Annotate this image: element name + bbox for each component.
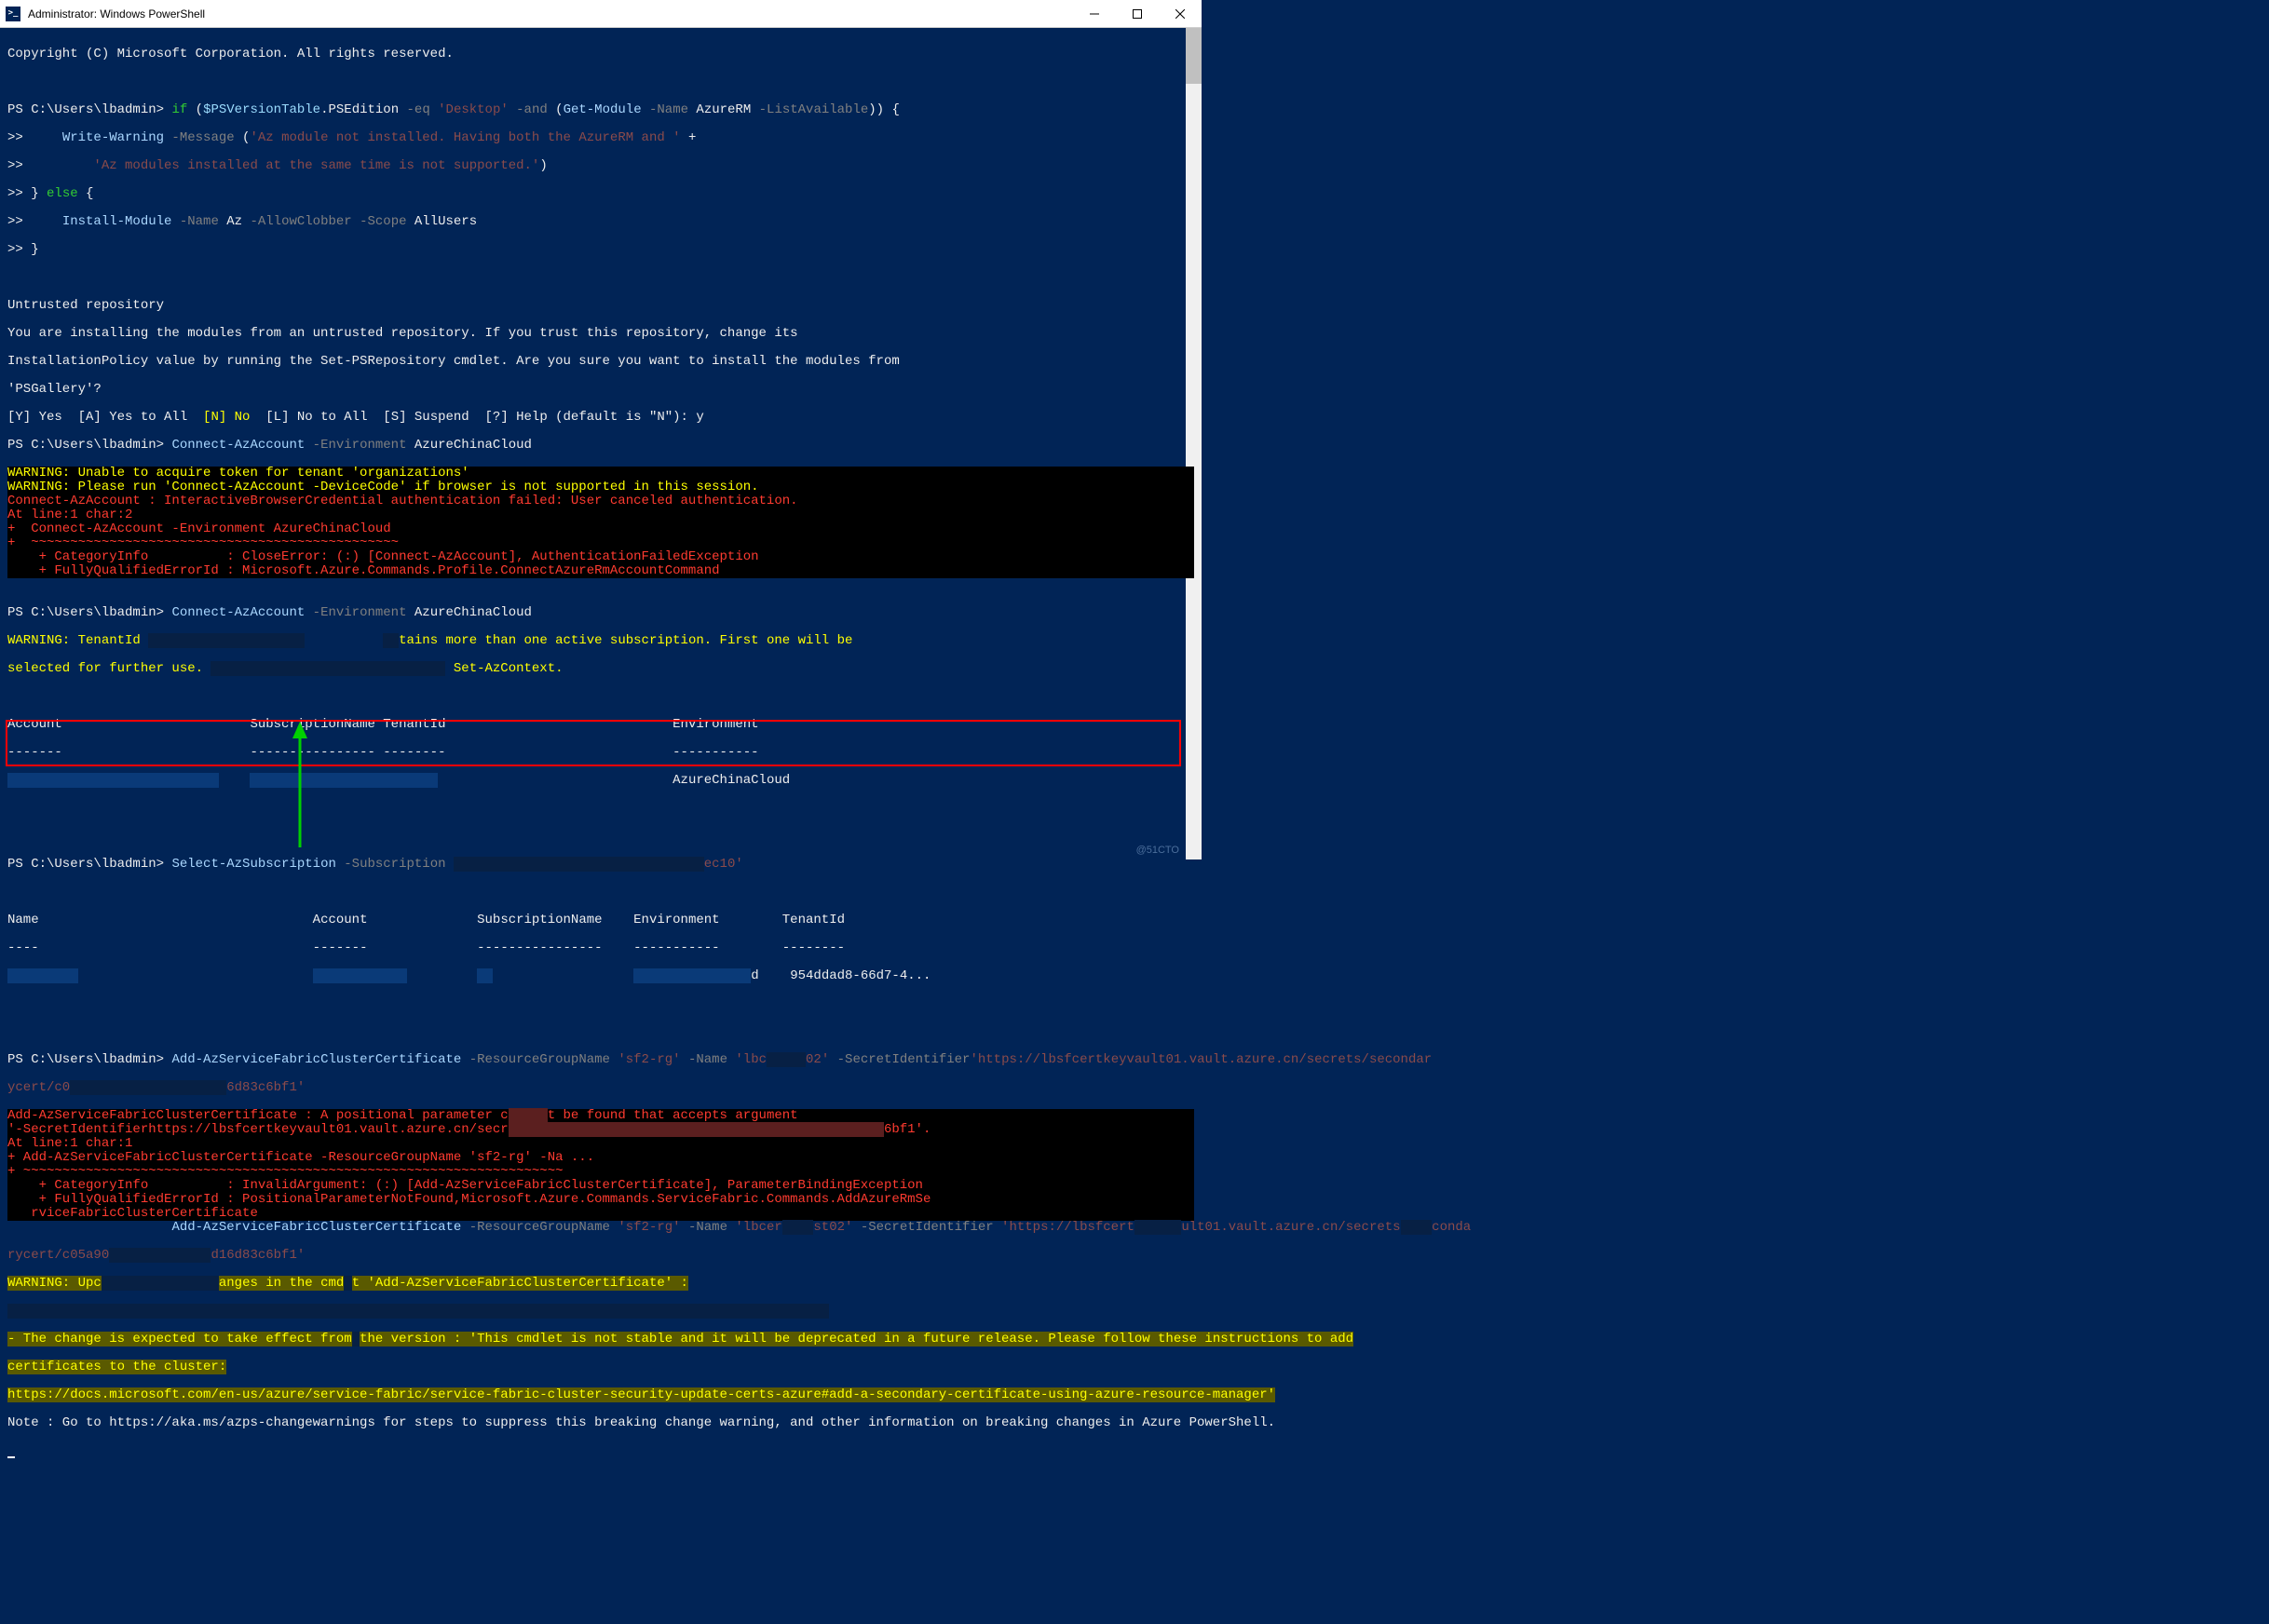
cursor: [7, 1456, 15, 1458]
minimize-button[interactable]: [1073, 0, 1116, 28]
title-bar: Administrator: Windows PowerShell: [0, 0, 1202, 28]
redacted-row: xxxxxxxxx: [7, 968, 78, 983]
redacted-account: xxxxxxxxxxxxxxxxxxxxxxxxxxx: [7, 773, 219, 788]
redacted-err: xxxxx: [509, 1108, 548, 1123]
redacted-secret2: xxxxxxxxxxxxx: [109, 1248, 211, 1263]
terminal[interactable]: Copyright (C) Microsoft Corporation. All…: [0, 28, 1202, 1478]
close-button[interactable]: [1159, 0, 1202, 28]
powershell-icon: [6, 7, 20, 21]
watermark: @51CTO: [1136, 845, 1179, 856]
redacted-tenant: xxxxxxxxxxxxxxxxxxxx: [148, 633, 305, 648]
redacted-secret1: xxxxxxxxxxxxxxxxxxxx: [70, 1080, 226, 1095]
window-title: Administrator: Windows PowerShell: [28, 7, 205, 20]
redacted-text: xxxxxxxxxxxxxxxxxxxxxxxxxxxxxx: [211, 661, 445, 676]
redacted-line: xxxxxxxxxxxxxxxxxxxxxxxxxxxxxxxxxxxxxxxx…: [7, 1304, 829, 1319]
redacted-sub: xxxxxxxxxxxxxxxxxxxxxxxxxxxxxxxx: [454, 857, 704, 872]
window-controls: [1073, 0, 1202, 28]
maximize-button[interactable]: [1116, 0, 1159, 28]
copyright-line: Copyright (C) Microsoft Corporation. All…: [7, 47, 1194, 61]
